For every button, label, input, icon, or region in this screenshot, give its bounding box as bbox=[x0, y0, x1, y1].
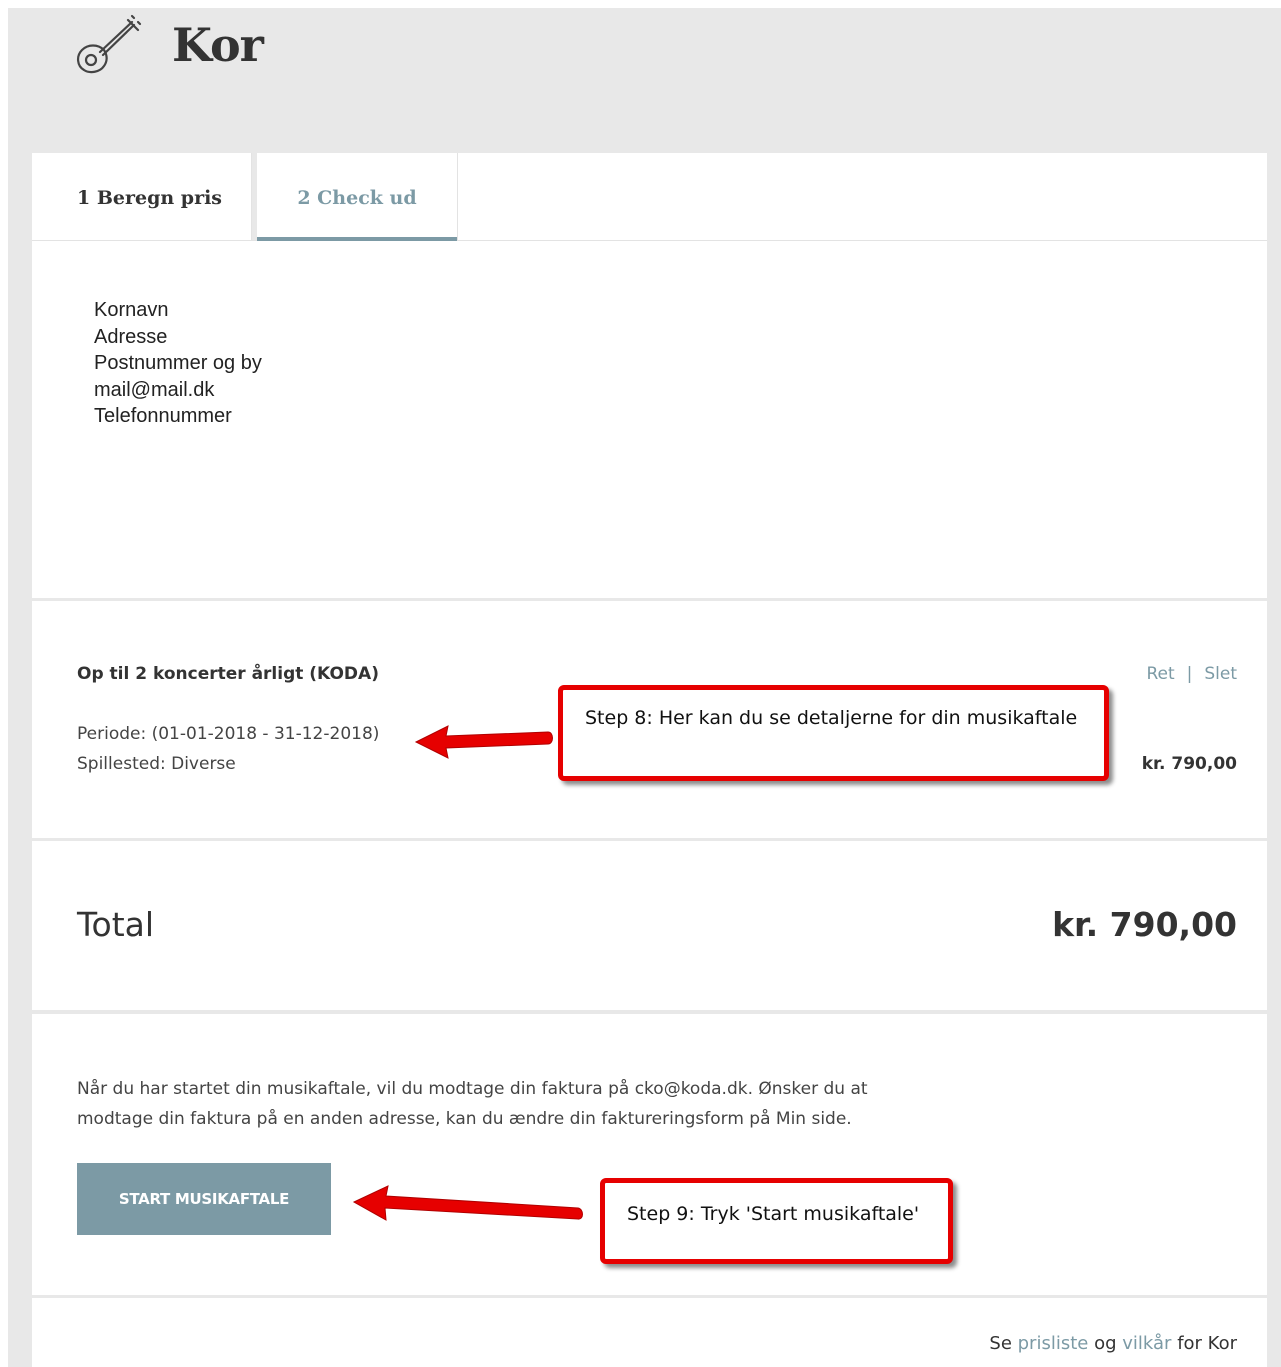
item-venue: Spillested: Diverse bbox=[77, 754, 236, 774]
footer-prefix: Se bbox=[989, 1333, 1012, 1354]
pricelist-link[interactable]: prisliste bbox=[1018, 1333, 1089, 1354]
step8-callout: Step 8: Her kan du se detaljerne for din… bbox=[558, 685, 1109, 781]
page-title: Kor bbox=[172, 18, 264, 72]
total-value: kr. 790,00 bbox=[1052, 905, 1237, 944]
invoice-info-text: Når du har startet din musikaftale, vil … bbox=[77, 1079, 868, 1129]
delete-link[interactable]: Slet bbox=[1204, 664, 1237, 684]
step9-arrow bbox=[352, 1185, 583, 1221]
item-period: Periode: (01-01-2018 - 31-12-2018) bbox=[77, 724, 380, 744]
checkout-tabs: 1 Beregn pris 2 Check ud bbox=[32, 153, 1267, 242]
address-name: Kornavn bbox=[94, 299, 169, 321]
step8-text: Step 8: Her kan du se detaljerne for din… bbox=[585, 707, 1078, 729]
start-musikaftale-button[interactable]: START MUSIKAFTALE bbox=[77, 1163, 331, 1235]
address-city: Postnummer og by bbox=[94, 352, 262, 374]
item-price: kr. 790,00 bbox=[1141, 754, 1237, 774]
item-actions: Ret | Slet bbox=[1146, 664, 1237, 684]
terms-link[interactable]: vilkår bbox=[1122, 1333, 1171, 1354]
address-block: Kornavn Adresse Postnummer og by mail@ma… bbox=[94, 297, 262, 430]
footer-and: og bbox=[1094, 1333, 1117, 1354]
item-title: Op til 2 koncerter årligt (KODA) bbox=[77, 664, 379, 684]
guitar-icon bbox=[77, 14, 142, 74]
step9-text: Step 9: Tryk 'Start musikaftale' bbox=[627, 1203, 920, 1225]
footer-suffix: for Kor bbox=[1177, 1333, 1237, 1354]
tab-beregn-pris[interactable]: 1 Beregn pris bbox=[32, 153, 252, 240]
address-phone: Telefonnummer bbox=[94, 405, 232, 427]
total-section: Total kr. 790,00 bbox=[32, 841, 1267, 1010]
total-label: Total bbox=[77, 905, 155, 944]
edit-link[interactable]: Ret bbox=[1146, 664, 1174, 684]
address-street: Adresse bbox=[94, 325, 168, 348]
tab-divider bbox=[457, 153, 458, 240]
action-separator: | bbox=[1186, 664, 1193, 684]
step8-arrow bbox=[414, 725, 553, 759]
footer-text: Se prisliste og vilkår for Kor bbox=[989, 1333, 1237, 1354]
address-section: Kornavn Adresse Postnummer og by mail@ma… bbox=[32, 241, 1267, 598]
footer: Se prisliste og vilkår for Kor bbox=[32, 1298, 1267, 1367]
tab-check-ud[interactable]: 2 Check ud bbox=[257, 153, 457, 242]
step9-callout: Step 9: Tryk 'Start musikaftale' bbox=[600, 1178, 953, 1264]
address-email: mail@mail.dk bbox=[94, 378, 215, 401]
